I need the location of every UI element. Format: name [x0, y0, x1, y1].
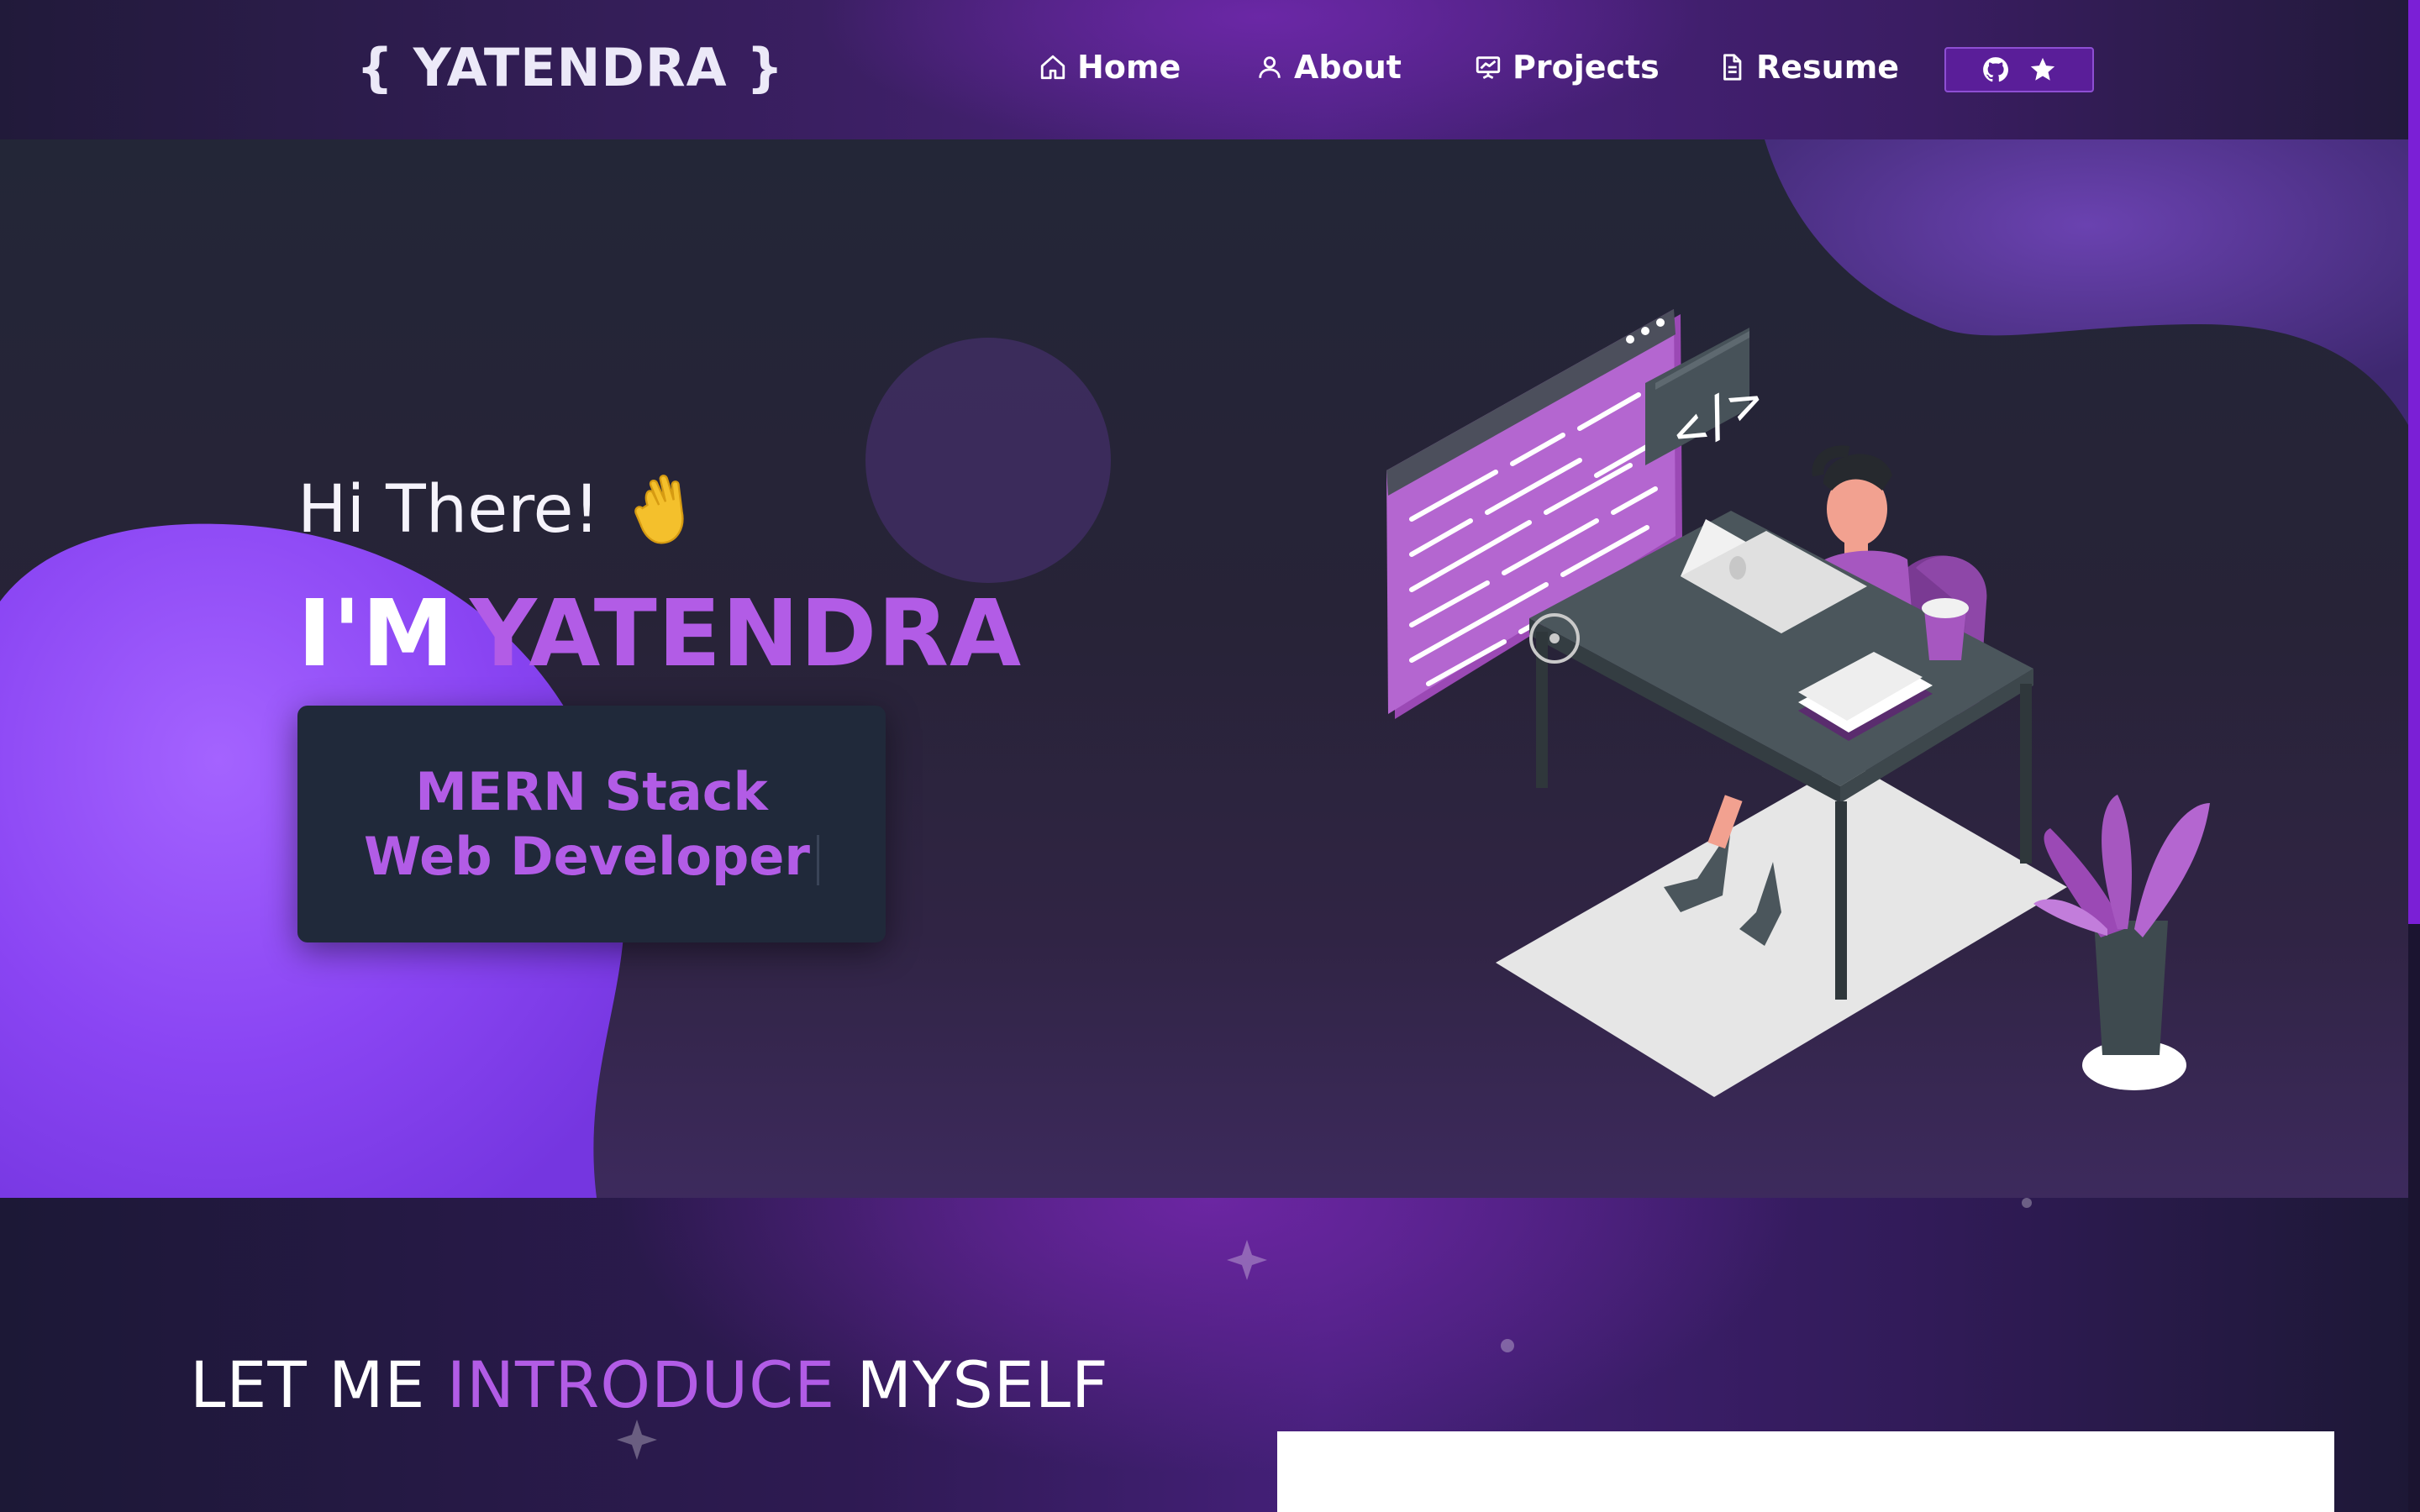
about-title-part1: LET ME — [190, 1347, 426, 1422]
about-image-card — [1277, 1431, 2334, 1512]
role-text: MERN Stack Web Developer — [363, 760, 811, 888]
home-icon — [1040, 55, 1065, 80]
developer-at-desk-illustration: </> — [1386, 309, 2210, 1097]
about-illustration — [1277, 1431, 2334, 1512]
nav-item-resume[interactable]: Resume — [1718, 49, 1899, 86]
user-icon — [1259, 56, 1281, 78]
role-text-wrapper: MERN Stack Web Developer — [348, 759, 835, 890]
typing-caret — [817, 834, 820, 885]
intro-heading: I'M YATENDRA — [297, 580, 1022, 687]
document-icon — [1723, 54, 1742, 81]
nav-item-projects[interactable]: Projects — [1474, 49, 1660, 86]
star-icon — [2030, 57, 2055, 81]
nav-item-label: Projects — [1512, 49, 1660, 86]
navbar: { YATENDRA } Home About Projects Resume — [0, 0, 2408, 139]
nav-item-label: Home — [1077, 49, 1181, 86]
presentation-icon — [1476, 56, 1501, 80]
waving-hand-icon — [634, 475, 684, 544]
about-title-highlight: INTRODUCE — [446, 1347, 836, 1422]
nav-item-label: About — [1294, 49, 1402, 86]
nav-item-label: Resume — [1756, 49, 1900, 86]
github-icon — [1983, 57, 2009, 82]
greeting-text: Hi There! — [297, 472, 600, 548]
nav-item-about[interactable]: About — [1255, 49, 1402, 86]
intro-prefix: I'M — [297, 580, 455, 687]
about-section: LET ME INTRODUCE MYSELF — [0, 1198, 2408, 1512]
role-card: MERN Stack Web Developer — [297, 706, 886, 942]
hero-name: YATENDRA — [470, 580, 1023, 687]
brand-logo[interactable]: { YATENDRA } — [356, 37, 784, 98]
scrollbar-thumb[interactable] — [2408, 0, 2420, 924]
page-root: { YATENDRA } Home About Projects Resume … — [0, 0, 2420, 1512]
greeting: Hi There! — [297, 472, 697, 548]
github-star-button[interactable] — [1944, 47, 2094, 92]
about-title-part2: MYSELF — [856, 1347, 1109, 1422]
hero-section: Hi There! I'M YATENDRA MERN Stack Web Dev… — [0, 139, 2408, 1198]
nav-item-home[interactable]: Home — [1039, 49, 1181, 86]
about-title: LET ME INTRODUCE MYSELF — [190, 1347, 1109, 1422]
